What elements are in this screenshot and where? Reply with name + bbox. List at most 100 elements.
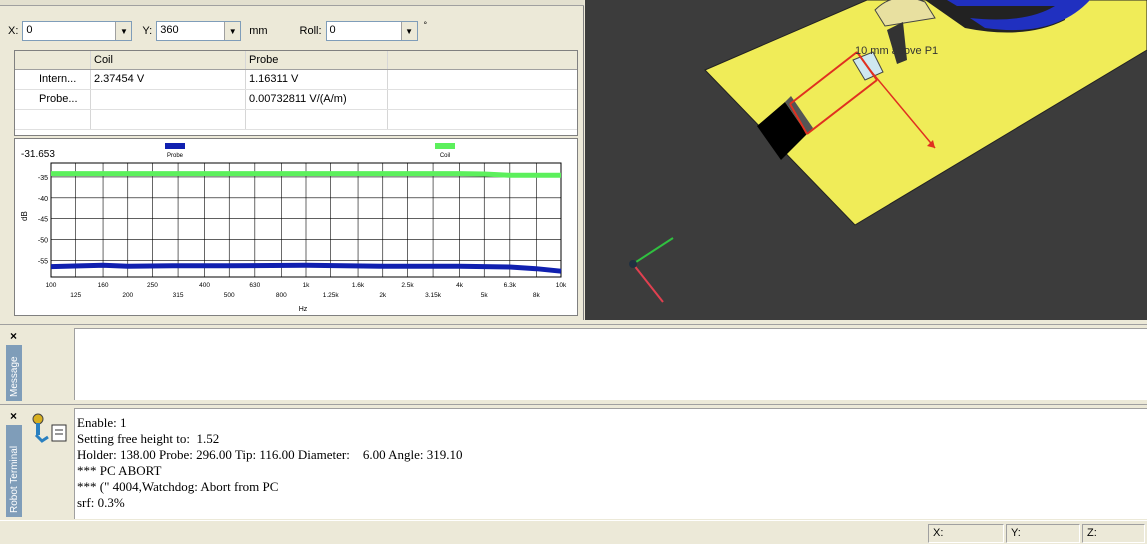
cell-value: 1.16311 V — [246, 70, 388, 89]
x-tick-label: 400 — [199, 282, 210, 289]
legend-label-coil: Coil — [440, 153, 450, 159]
x-tick-label: 2.5k — [401, 282, 414, 289]
message-pane: × Message — [0, 324, 1147, 402]
chevron-down-icon[interactable]: ▼ — [224, 22, 241, 40]
robot-terminal-tab-label: Robot Terminal — [9, 445, 20, 513]
close-icon[interactable]: × — [10, 409, 17, 423]
x-axis-label: Hz — [299, 306, 308, 313]
y-value[interactable]: 360 — [157, 22, 224, 40]
table-row[interactable]: Intern... 2.37454 V 1.16311 V — [15, 70, 577, 90]
row-label: Intern... — [15, 70, 91, 89]
application-window: X: 0 ▼ Y: 360 ▼ mm Roll: 0 ▼ ° Coil Prob… — [0, 0, 1147, 544]
status-bar: X: Y: Z: — [0, 520, 1147, 544]
legend-swatch-probe — [165, 143, 185, 149]
chevron-down-icon[interactable]: ▼ — [115, 22, 132, 40]
robot-terminal-tab[interactable]: Robot Terminal — [6, 425, 22, 517]
3d-viewport[interactable]: 10 mm above P1 — [585, 0, 1147, 320]
x-tick-label: 250 — [147, 282, 158, 289]
cell-value — [246, 110, 388, 129]
status-y: Y: — [1006, 524, 1080, 543]
status-x: X: — [928, 524, 1004, 543]
message-tab[interactable]: Message — [6, 345, 22, 401]
x-tick-label: 630 — [249, 282, 260, 289]
cell-empty — [388, 70, 577, 89]
y-tick-label: -55 — [38, 258, 48, 265]
axis-y-indicator — [632, 237, 674, 265]
y-label: Y: — [142, 25, 153, 37]
results-table: Coil Probe Intern... 2.37454 V 1.16311 V… — [14, 50, 578, 136]
roll-label: Roll: — [299, 25, 322, 37]
series-line-coil — [51, 171, 561, 178]
status-x-label: X: — [933, 527, 944, 539]
coordinate-toolbar: X: 0 ▼ Y: 360 ▼ mm Roll: 0 ▼ ° — [8, 20, 431, 42]
terminal-output[interactable]: Enable: 1 Setting free height to: 1.52 H… — [74, 408, 1147, 519]
table-row[interactable]: Probe... 0.00732811 V/(A/m) — [15, 90, 577, 110]
axis-x-indicator — [632, 263, 664, 303]
x-tick-label: 10k — [556, 282, 567, 289]
column-header-probe[interactable]: Probe — [246, 51, 388, 69]
y-axis-label: dB — [20, 211, 29, 221]
x-tick-label: 500 — [224, 292, 235, 299]
column-header-coil[interactable]: Coil — [91, 51, 246, 69]
x-tick-label: 315 — [173, 292, 184, 299]
legend-swatch-coil — [435, 143, 455, 149]
roll-value[interactable]: 0 — [327, 22, 401, 40]
y-tick-label: -40 — [38, 196, 48, 203]
x-tick-label: 2k — [379, 292, 387, 299]
cell-value — [91, 90, 246, 109]
message-tab-label: Message — [9, 356, 20, 397]
x-tick-label: 5k — [481, 292, 489, 299]
x-tick-label: 100 — [46, 282, 57, 289]
yellow-plate — [704, 0, 1147, 226]
panel-top-edge — [0, 0, 584, 6]
row-label: Probe... — [15, 90, 91, 109]
cell-value: 2.37454 V — [91, 70, 246, 89]
legend-label-probe: Probe — [167, 153, 184, 159]
y-tick-label: -35 — [38, 175, 48, 182]
message-area[interactable] — [74, 328, 1147, 400]
x-tick-label: 6.3k — [504, 282, 517, 289]
x-tick-label: 8k — [533, 292, 541, 299]
terminal-line: *** PC ABORT — [77, 463, 162, 478]
degree-label: ° — [423, 20, 428, 30]
column-header[interactable] — [15, 51, 91, 69]
x-tick-label: 4k — [456, 282, 464, 289]
row-label — [15, 110, 91, 129]
chart-canvas: -31.653 Probe Coil -35 -40 -45 -50 -55 100 160 2… — [20, 143, 567, 313]
roll-combo[interactable]: 0 ▼ — [325, 21, 418, 41]
y-tick-label: -50 — [38, 237, 48, 244]
x-value[interactable]: 0 — [23, 22, 115, 40]
x-tick-label: 160 — [98, 282, 109, 289]
spectrum-chart: -31.653 Probe Coil -35 -40 -45 -50 -55 100 160 2… — [14, 138, 578, 316]
chevron-down-icon[interactable]: ▼ — [400, 22, 417, 40]
measurement-panel: X: 0 ▼ Y: 360 ▼ mm Roll: 0 ▼ ° Coil Prob… — [0, 0, 584, 320]
x-label: X: — [8, 25, 19, 37]
terminal-line: Holder: 138.00 Probe: 296.00 Tip: 116.00… — [77, 447, 463, 462]
x-combo[interactable]: 0 ▼ — [22, 21, 133, 41]
status-z: Z: — [1082, 524, 1145, 543]
terminal-line: Enable: 1 — [77, 415, 127, 430]
terminal-line: srf: 0.3% — [77, 495, 125, 510]
cell-value — [91, 110, 246, 129]
point-label: 10 mm above P1 — [855, 45, 938, 57]
cell-empty — [388, 110, 577, 129]
x-tick-label: 125 — [70, 292, 81, 299]
column-header[interactable] — [388, 51, 577, 69]
cell-value: 0.00732811 V/(A/m) — [246, 90, 388, 109]
x-tick-label: 200 — [122, 292, 133, 299]
status-y-label: Y: — [1011, 527, 1021, 539]
x-tick-label: 3.15k — [425, 292, 442, 299]
cell-empty — [388, 90, 577, 109]
3d-scene: 10 mm above P1 — [629, 0, 1147, 303]
robot-terminal-icon — [32, 413, 67, 443]
y-combo[interactable]: 360 ▼ — [156, 21, 242, 41]
robot-terminal-pane: × Robot Terminal Enable: 1 Setting free … — [0, 404, 1147, 519]
unit-label: mm — [249, 25, 268, 37]
y-tick-label: -45 — [38, 217, 48, 224]
close-icon[interactable]: × — [10, 329, 17, 343]
chart-top-value: -31.653 — [21, 149, 55, 160]
table-row[interactable] — [15, 110, 577, 130]
x-tick-label: 1.6k — [352, 282, 365, 289]
terminal-line: Setting free height to: 1.52 — [77, 431, 220, 446]
x-tick-label: 800 — [276, 292, 287, 299]
